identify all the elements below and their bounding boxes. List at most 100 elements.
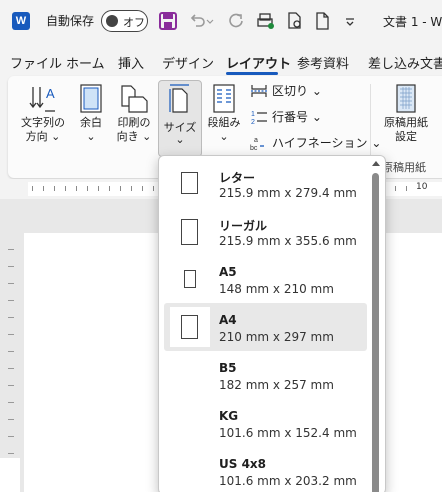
margins-button[interactable]: 余白 ⌄ [74,84,108,144]
autosave-toggle[interactable]: オフ [101,10,148,32]
autosave-label: 自動保存 [46,14,95,28]
text-direction-icon: A [29,86,55,112]
line-numbers-button[interactable]: 1 2 行番号 ⌄ [250,108,322,125]
ruler-number-10: 10 [416,182,428,192]
size-option-dimensions: 182 mm x 257 mm [219,378,334,392]
line-numbers-icon: 1 2 [251,111,267,125]
page-thumbnail-icon [181,172,198,194]
document-title: 文書 1 - W [383,15,442,29]
margins-icon [80,84,102,113]
tab-file[interactable]: ファイル [10,53,62,72]
title-bar: W 自動保存 オフ 文書 1 - W [0,0,442,42]
ruler-tick [395,186,396,191]
size-option-name: A5 [219,265,237,279]
tab-insert[interactable]: 挿入 [118,53,144,72]
ruler-tick [98,186,99,191]
ruler-tick [153,186,154,191]
vertical-ruler-tick [8,317,14,318]
genkou-settings-button[interactable]: 原稿用紙 設定 [380,84,432,144]
size-option-name: レター [219,171,256,185]
scrollbar-thumb[interactable] [372,173,379,492]
hyphenation-button[interactable]: a bc ハイフネーション ⌄ [250,134,381,151]
save-icon[interactable] [158,11,178,31]
size-option-a4[interactable]: A4 210 mm x 297 mm [164,303,367,351]
orientation-button[interactable]: 印刷の 向き ⌄ [112,84,156,144]
vertical-ruler-tick [8,249,14,250]
word-logo-icon: W [12,12,30,30]
size-option-dimensions: 210 mm x 297 mm [219,330,334,344]
tab-references[interactable]: 参考資料 [297,53,349,72]
orientation-label-2: 向き ⌄ [116,130,152,143]
page-thumbnail-icon [184,270,196,288]
line-numbers-label: 行番号 ⌄ [272,110,322,124]
vertical-ruler-tick [8,453,14,454]
size-option-dimensions: 215.9 mm x 355.6 mm [219,234,357,248]
size-button[interactable]: サイズ ⌄ [158,80,202,157]
undo-icon[interactable] [187,11,207,31]
breaks-icon [251,84,267,97]
size-option-letter[interactable]: レター 215.9 mm x 279.4 mm [164,159,367,207]
size-option-b5[interactable]: B5 182 mm x 257 mm [164,351,367,399]
svg-text:1: 1 [251,111,255,118]
svg-text:a: a [254,137,258,144]
orientation-icon [121,85,148,113]
size-option-name: US 4x8 [219,457,267,471]
ruler-tick [43,186,44,191]
breaks-button[interactable]: 区切り ⌄ [250,82,322,99]
tab-layout[interactable]: レイアウト [226,53,291,72]
toggle-knob [106,15,118,27]
page-size-icon [169,84,189,113]
size-option-legal[interactable]: リーガル 215.9 mm x 355.6 mm [164,207,367,255]
undo-dropdown-icon[interactable] [205,11,215,31]
vertical-ruler-tick [8,334,14,335]
vertical-ruler-tick [8,283,14,284]
size-option-name: B5 [219,361,237,375]
tab-design[interactable]: デザイン [162,53,214,72]
scroll-up-arrow-icon[interactable] [372,161,380,166]
page-thumbnail-icon [181,219,198,245]
ruler-tick [54,186,55,191]
size-option-kg[interactable]: KG 101.6 mm x 152.4 mm [164,399,367,447]
page-thumbnail-icon [181,315,198,339]
vertical-ruler-tick [8,351,14,352]
ruler-tick [76,186,77,191]
dropdown-scrollbar[interactable] [368,159,384,492]
vertical-ruler-tick [8,385,14,386]
print-preview-icon[interactable] [256,11,276,31]
margins-chevron: ⌄ [86,130,96,143]
text-direction-label-2: 方向 ⌄ [25,130,61,143]
columns-button[interactable]: 段組み ⌄ [204,84,244,144]
ruler-tick [109,186,110,191]
redo-icon[interactable] [226,11,246,31]
hyphenation-label: ハイフネーション ⌄ [272,136,382,150]
ruler-tick [32,186,33,191]
size-option-dimensions: 215.9 mm x 279.4 mm [219,186,357,200]
size-chevron: ⌄ [175,133,185,146]
ruler-tick [87,186,88,191]
columns-chevron: ⌄ [219,130,229,143]
size-option-us-4x8[interactable]: US 4x8 101.6 mm x 203.2 mm [164,447,367,492]
tab-mailings[interactable]: 差し込み文書 [368,53,442,72]
vertical-ruler-tick [8,419,14,420]
tab-home[interactable]: ホーム [66,53,105,72]
size-option-dimensions: 101.6 mm x 152.4 mm [219,426,357,440]
svg-text:A: A [46,86,55,101]
genkou-label-2: 設定 [395,130,417,143]
size-option-dimensions: 148 mm x 210 mm [219,282,334,296]
document-permission-icon[interactable] [285,11,305,31]
breaks-label: 区切り ⌄ [272,84,322,98]
vertical-ruler-tick [8,300,14,301]
new-document-icon[interactable] [313,11,333,31]
text-direction-button[interactable]: A 文字列の 方向 ⌄ [18,84,68,144]
size-option-a5[interactable]: A5 148 mm x 210 mm [164,255,367,303]
customize-toolbar-icon[interactable] [343,11,357,31]
orientation-label-1: 印刷の [117,116,151,129]
ruler-tick [131,186,132,191]
vertical-ruler-tick [8,368,14,369]
hyphenation-icon: a bc [250,137,264,151]
genkou-label-1: 原稿用紙 [384,116,428,129]
ruler-tick [142,186,143,191]
svg-text:2: 2 [251,119,255,125]
svg-text:bc: bc [250,145,258,151]
columns-icon [213,84,235,113]
